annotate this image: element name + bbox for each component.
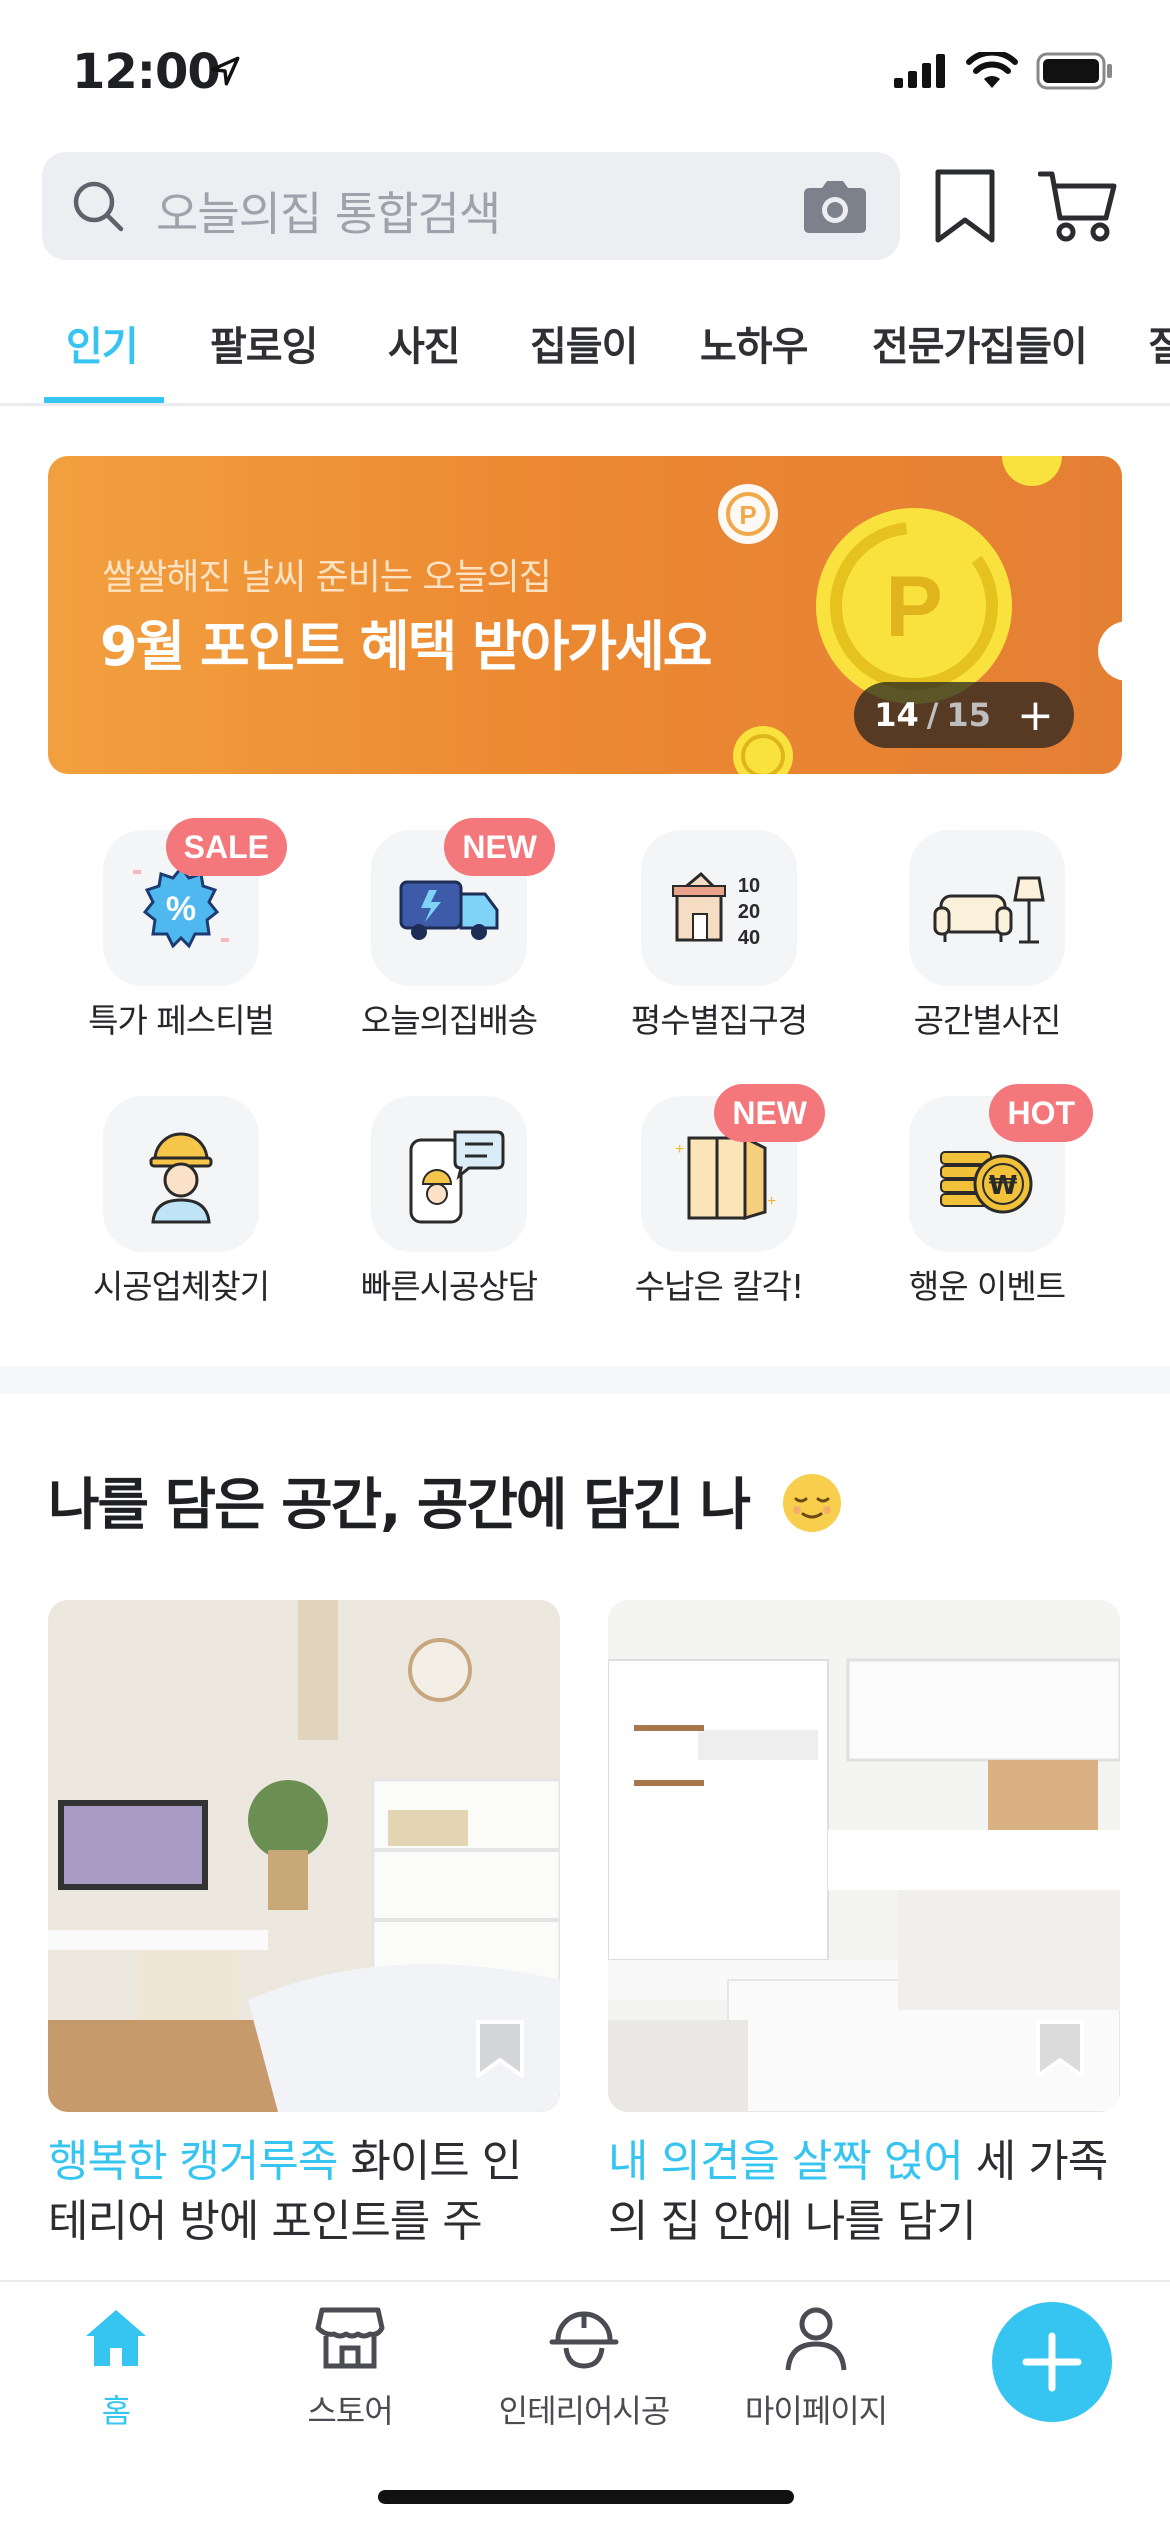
- banner-subtitle: 쌀쌀해진 날씨 준비는 오늘의집: [102, 557, 552, 598]
- section-divider: [0, 1366, 1170, 1394]
- shortcut-grid: % SALE 특가 페스티벌 NEW 오늘의집배송 10 20 40 평수별집구…: [0, 818, 1170, 1320]
- shortcut-label: 특가 페스티벌: [88, 1001, 275, 1040]
- shortcut-label: 공간별사진: [913, 1001, 1062, 1040]
- shortcut-delivery[interactable]: NEW 오늘의집배송: [324, 818, 574, 1042]
- feed-card-caption: 행복한 캥거루족 화이트 인테리어 방에 포인트를 주는…: [48, 2132, 560, 2252]
- shortcut-label: 수납은 칼각!: [634, 1267, 805, 1306]
- home-indicator: [378, 2490, 794, 2504]
- promo-banner[interactable]: P P 쌀쌀해진 날씨 준비는 오늘의집 9월 포인트 혜택 받아가세요 14 …: [48, 456, 1122, 774]
- shortcut-label: 행운 이벤트: [908, 1267, 1066, 1306]
- shortcut-lucky-event[interactable]: ₩ HOT 행운 이벤트: [862, 1084, 1112, 1308]
- feed-card[interactable]: 내 의견을 살짝 얹어 세 가족의 집 안에 나를 담기: [608, 1600, 1120, 2252]
- banner-page-counter[interactable]: 14 / 15 +: [854, 682, 1074, 748]
- cart-icon[interactable]: [1038, 166, 1118, 246]
- search-icon: [73, 181, 124, 232]
- relieved-face-icon: [782, 1474, 841, 1532]
- nav-home-label: 홈: [101, 2392, 131, 2430]
- banner-total-pages: 15: [946, 696, 991, 734]
- nav-interior-construction[interactable]: 인테리어시공: [474, 2300, 694, 2432]
- svg-text:%: %: [166, 890, 196, 928]
- svg-text:₩: ₩: [989, 1171, 1018, 1201]
- feed-section-title: 나를 담은 공간, 공간에 담긴 나: [48, 1460, 843, 1541]
- badge-sale: SALE: [165, 818, 287, 876]
- bookmark-icon[interactable]: [1032, 2018, 1088, 2080]
- nav-store-label: 스토어: [307, 2392, 393, 2430]
- banner-title: 9월 포인트 혜택 받아가세요: [100, 615, 712, 678]
- house-size-icon: 10 20 40: [672, 871, 760, 949]
- svg-text:P: P: [739, 500, 756, 530]
- shortcut-quick-consult[interactable]: 빠른시공상담: [324, 1096, 574, 1308]
- shortcut-house-by-size[interactable]: 10 20 40 평수별집구경: [594, 830, 844, 1042]
- nav-interior-label: 인테리어시공: [498, 2392, 671, 2430]
- category-tabs: 인기 팔로잉 사진 집들이 노하우 전문가집들이 질: [0, 300, 1170, 406]
- bookmark-icon[interactable]: [472, 2018, 528, 2080]
- feed-card[interactable]: 행복한 캥거루족 화이트 인테리어 방에 포인트를 주는…: [48, 1600, 560, 2252]
- chat-phone-icon: [409, 1130, 505, 1224]
- caption-highlight: 내 의견을 살짝 얹어: [608, 2136, 964, 2187]
- plus-icon: [1022, 2332, 1082, 2392]
- tab-knowhow[interactable]: 노하우: [700, 314, 808, 372]
- banner-expand-button[interactable]: +: [1017, 690, 1054, 741]
- size-20: 20: [738, 901, 760, 923]
- svg-text:+: +: [675, 1141, 684, 1158]
- worker-icon: [149, 1132, 213, 1224]
- tab-photos[interactable]: 사진: [388, 314, 461, 372]
- feed-title-text: 나를 담은 공간, 공간에 담긴 나: [48, 1473, 751, 1538]
- bookmark-icon[interactable]: [930, 168, 1000, 244]
- search-placeholder: 오늘의집 통합검색: [156, 187, 501, 241]
- feed-card-photo[interactable]: [608, 1600, 1120, 2112]
- shortcut-sale-festival[interactable]: % SALE 특가 페스티벌: [56, 818, 306, 1042]
- size-40: 40: [738, 927, 760, 949]
- banner-current-page: 14: [874, 696, 919, 734]
- tab-popular[interactable]: 인기: [66, 314, 139, 372]
- status-bar: 12:00: [0, 0, 1170, 150]
- size-10: 10: [738, 875, 760, 897]
- shortcut-label: 시공업체찾기: [92, 1267, 270, 1306]
- store-icon: [315, 2307, 385, 2369]
- tab-pro-housewarming[interactable]: 전문가집들이: [872, 314, 1088, 372]
- active-tab-indicator: [44, 397, 164, 403]
- location-arrow-icon: [210, 56, 240, 86]
- status-time: 12:00: [72, 44, 221, 100]
- nav-home[interactable]: 홈: [6, 2300, 226, 2432]
- search-row: 오늘의집 통합검색: [42, 152, 1132, 262]
- home-icon: [86, 2310, 146, 2366]
- badge-hot: HOT: [989, 1084, 1093, 1142]
- caption-highlight: 행복한 캥거루족: [48, 2136, 338, 2187]
- person-icon: [785, 2307, 847, 2371]
- tab-following[interactable]: 팔로잉: [210, 314, 318, 372]
- badge-new: NEW: [444, 818, 555, 876]
- tab-more[interactable]: 질: [1148, 314, 1170, 372]
- add-post-button[interactable]: [992, 2302, 1112, 2422]
- badge-new: NEW: [714, 1084, 825, 1142]
- banner-separator: /: [926, 696, 939, 734]
- nav-store[interactable]: 스토어: [240, 2300, 460, 2432]
- wifi-icon: [966, 52, 1018, 88]
- search-input[interactable]: 오늘의집 통합검색: [42, 152, 900, 260]
- feed-card-caption: 내 의견을 살짝 얹어 세 가족의 집 안에 나를 담기: [608, 2132, 1120, 2252]
- camera-icon[interactable]: [800, 180, 870, 234]
- status-icons: [894, 52, 1114, 90]
- battery-icon: [1036, 52, 1112, 90]
- sofa-lamp-icon: [933, 876, 1045, 944]
- tab-housewarming[interactable]: 집들이: [530, 314, 638, 372]
- shortcut-storage[interactable]: + + NEW 수납은 칼각!: [594, 1084, 844, 1308]
- helmet-icon: [549, 2311, 619, 2369]
- shortcut-space-photos[interactable]: 공간별사진: [862, 830, 1112, 1042]
- nav-my-page[interactable]: 마이페이지: [706, 2300, 926, 2432]
- shortcut-label: 빠른시공상담: [360, 1267, 538, 1306]
- nav-mypage-label: 마이페이지: [744, 2392, 888, 2430]
- shortcut-find-contractor[interactable]: 시공업체찾기: [56, 1096, 306, 1308]
- feed-card-photo[interactable]: [48, 1600, 560, 2112]
- shortcut-label: 오늘의집배송: [360, 1001, 538, 1040]
- shortcut-label: 평수별집구경: [630, 1001, 808, 1040]
- cellular-signal-icon: [894, 54, 945, 88]
- svg-text:P: P: [885, 559, 942, 655]
- svg-text:+: +: [767, 1193, 776, 1210]
